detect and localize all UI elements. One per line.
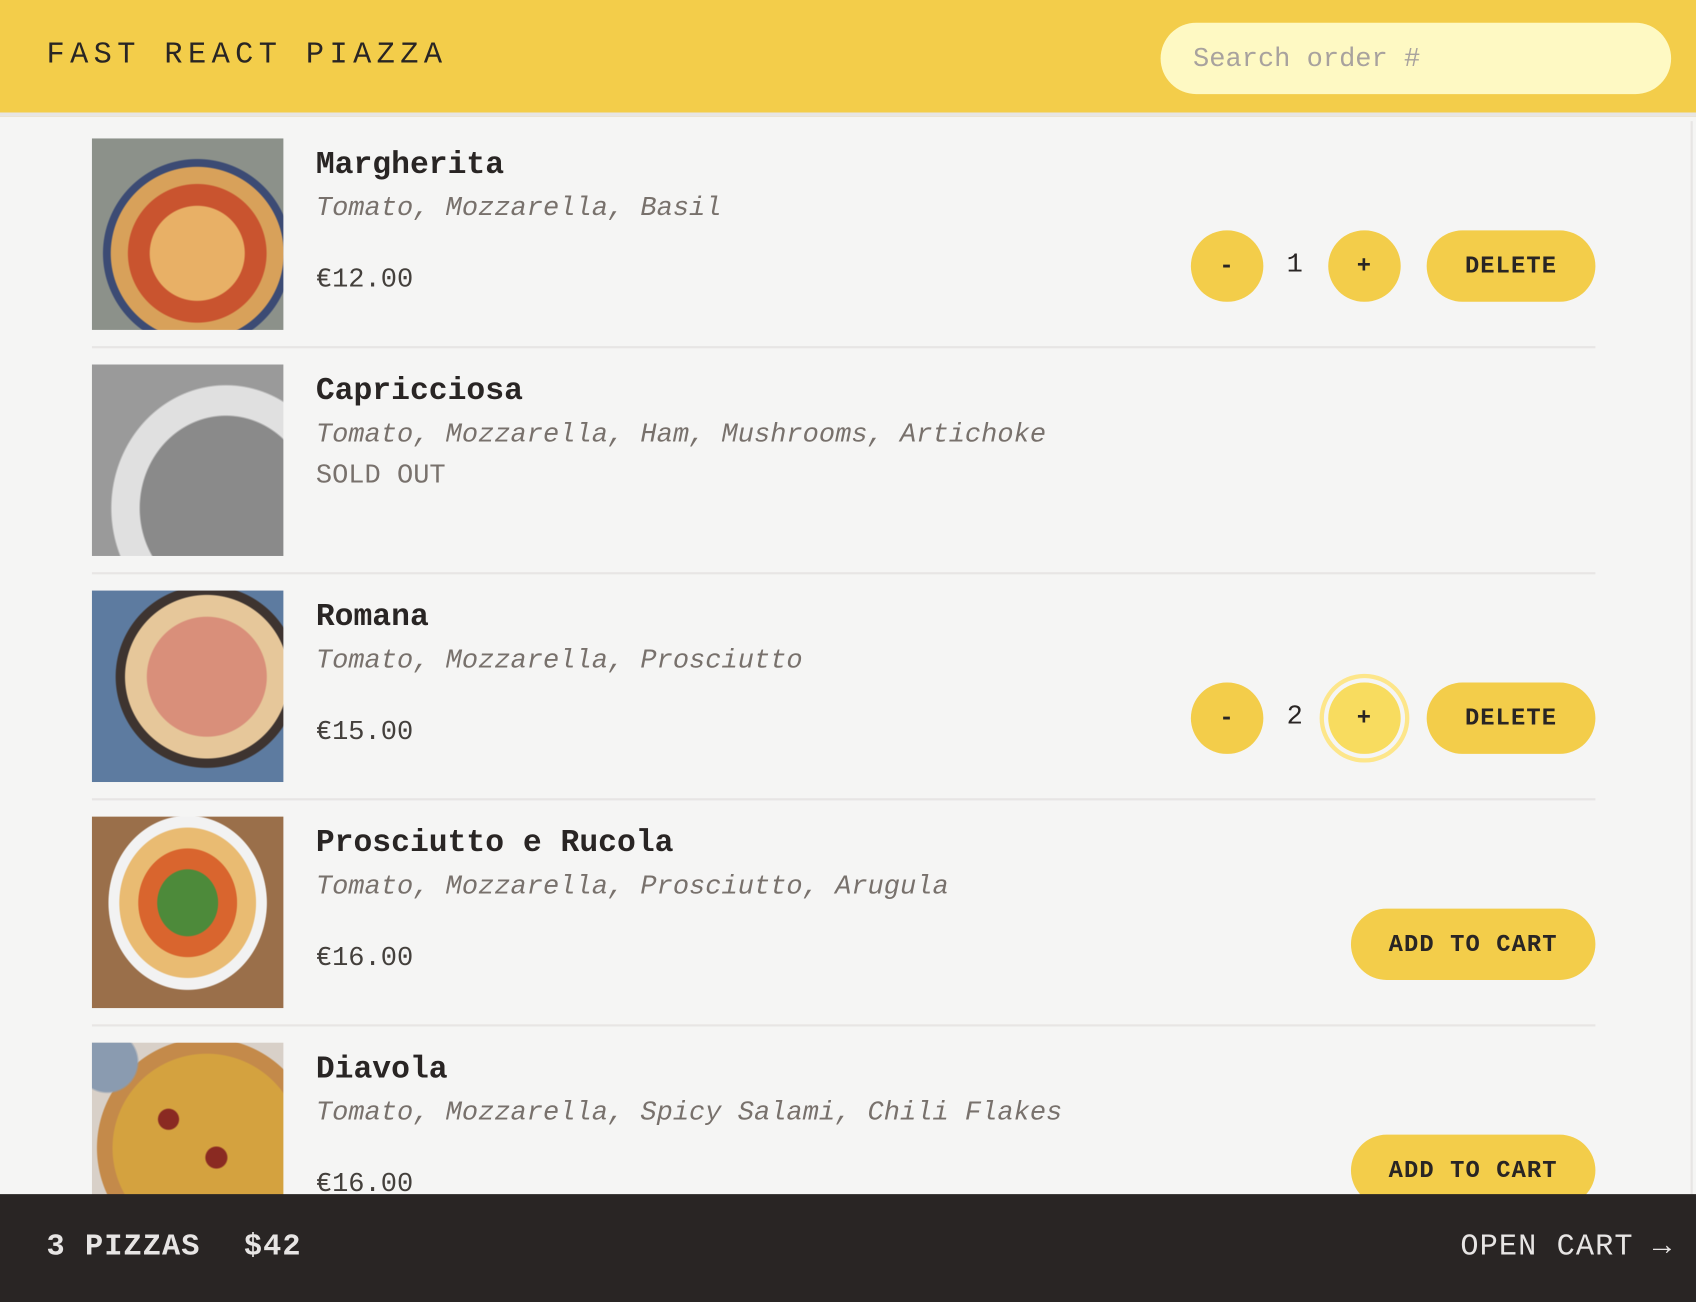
pizza-name: Diavola — [315, 1051, 448, 1088]
app-logo[interactable]: FAST REACT PIAZZA — [47, 39, 448, 73]
decrease-quantity-button[interactable]: - — [1190, 682, 1264, 754]
app-header: FAST REACT PIAZZA — [0, 0, 1696, 117]
increase-quantity-button[interactable]: + — [1328, 682, 1401, 754]
divider — [91, 572, 1596, 575]
pizza-name: Margherita — [315, 147, 505, 183]
menu-item: Margherita Tomato, Mozzarella, Basil €12… — [91, 138, 1596, 349]
cart-summary: 3 PIZZAS $42 — [47, 1231, 345, 1265]
add-to-cart-button[interactable]: ADD TO CART — [1350, 908, 1596, 980]
pizza-ingredients: Tomato, Mozzarella, Ham, Mushrooms, Arti… — [315, 418, 1047, 450]
pizza-ingredients: Tomato, Mozzarella, Prosciutto — [315, 644, 803, 677]
pizza-ingredients: Tomato, Mozzarella, Spicy Salami, Chili … — [315, 1096, 1063, 1129]
pizza-name: Capricciosa — [315, 373, 523, 409]
pizza-image — [91, 590, 284, 783]
pizza-price: €16.00 — [315, 942, 414, 974]
pizza-price: €12.00 — [315, 263, 414, 296]
menu-item: Romana Tomato, Mozzarella, Prosciutto €1… — [91, 590, 1596, 801]
divider — [91, 798, 1596, 801]
menu-item: Capricciosa Tomato, Mozzarella, Ham, Mus… — [91, 364, 1596, 575]
delete-item-button[interactable]: DELETE — [1426, 682, 1596, 754]
pizza-image — [91, 816, 284, 1009]
pizza-price: €15.00 — [315, 716, 414, 748]
item-quantity: 1 — [1286, 248, 1303, 281]
pizza-image — [91, 364, 284, 556]
cart-total: $42 — [243, 1230, 302, 1265]
open-cart-link[interactable]: OPEN CART → — [1460, 1231, 1672, 1265]
cart-pizza-count: 3 PIZZAS — [46, 1230, 201, 1265]
cart-overview: 3 PIZZAS $42 OPEN CART → — [0, 1194, 1696, 1302]
divider — [91, 1024, 1596, 1027]
pizza-name: Prosciutto e Rucola — [315, 825, 674, 861]
menu-item: Prosciutto e Rucola Tomato, Mozzarella, … — [91, 816, 1596, 1027]
pizza-ingredients: Tomato, Mozzarella, Basil — [315, 192, 722, 224]
pizza-ingredients: Tomato, Mozzarella, Prosciutto, Arugula — [315, 870, 949, 903]
pizza-name: Romana — [315, 599, 429, 635]
scrollbar-track[interactable] — [1690, 121, 1693, 1195]
divider — [91, 346, 1596, 349]
delete-item-button[interactable]: DELETE — [1426, 230, 1596, 302]
item-quantity: 2 — [1286, 700, 1303, 733]
increase-quantity-button[interactable]: + — [1328, 230, 1401, 302]
search-order-input[interactable] — [1160, 22, 1672, 95]
pizza-image — [91, 138, 284, 330]
decrease-quantity-button[interactable]: - — [1190, 230, 1264, 302]
sold-out-label: SOLD OUT — [315, 459, 446, 492]
